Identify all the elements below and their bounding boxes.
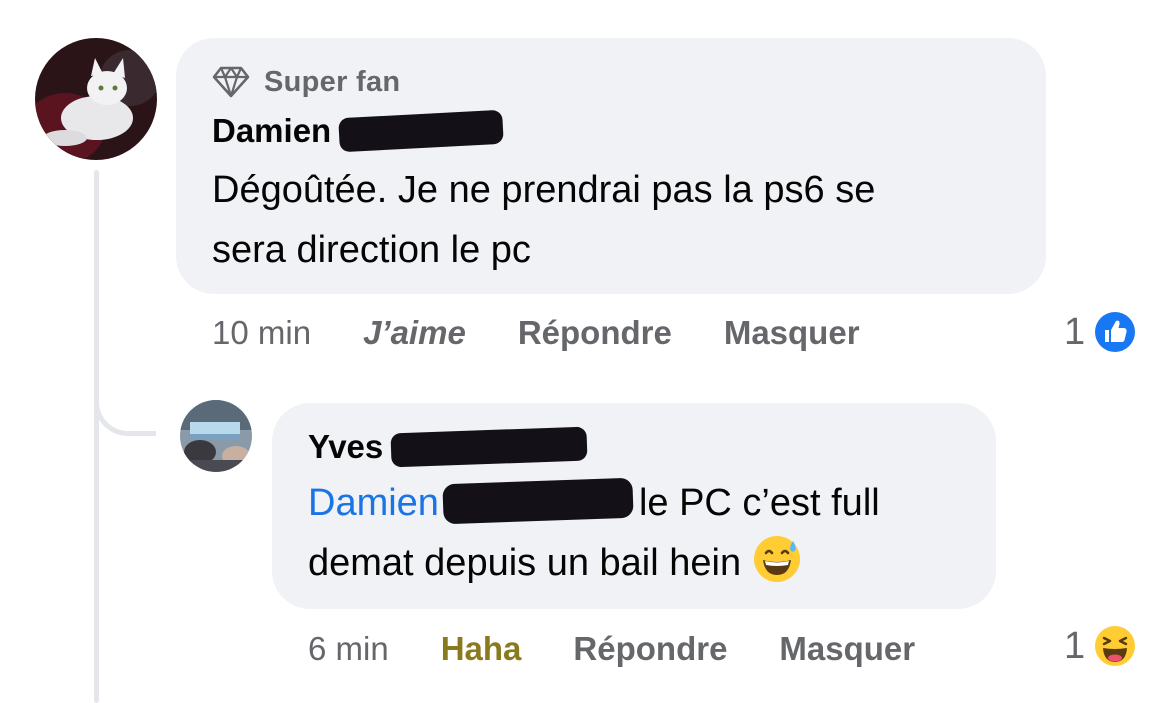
reaction-summary[interactable]: 1 xyxy=(1064,622,1139,670)
mention-link[interactable]: Damien xyxy=(308,482,439,524)
hide-button[interactable]: Masquer xyxy=(779,630,915,668)
comment-text-line: Dégoûtée. Je ne prendrai pas la ps6 se xyxy=(212,169,876,211)
cat-avatar-image xyxy=(35,38,157,160)
grinning-sweat-emoji-icon xyxy=(754,536,801,582)
redaction-bar xyxy=(338,109,504,153)
reply-button[interactable]: Répondre xyxy=(518,314,672,352)
comment-author[interactable]: Damien xyxy=(212,109,504,153)
reply-actions: 6 min Haha Répondre Masquer xyxy=(308,630,967,668)
reply-text-line: demat depuis un bail hein xyxy=(308,533,880,593)
like-button[interactable]: J’aime xyxy=(363,314,466,352)
diamond-icon xyxy=(212,66,250,98)
haha-icon xyxy=(1092,623,1139,669)
reply-author[interactable]: Yves xyxy=(308,426,588,468)
haha-reaction-button[interactable]: Haha xyxy=(441,630,522,668)
thread-line xyxy=(94,170,99,703)
reply-button[interactable]: Répondre xyxy=(573,630,727,668)
reaction-count: 1 xyxy=(1064,624,1086,667)
badge-label: Super fan xyxy=(264,65,401,98)
car-avatar-image xyxy=(180,400,252,472)
reply-timestamp[interactable]: 6 min xyxy=(308,630,389,668)
reaction-summary[interactable]: 1 xyxy=(1064,308,1139,356)
hide-button[interactable]: Masquer xyxy=(724,314,860,352)
reply-text-fragment: demat depuis un bail hein xyxy=(308,542,742,584)
reply-text-line: Damien le PC c’est full xyxy=(308,473,880,533)
comment-text-line: sera direction le pc xyxy=(212,229,531,271)
super-fan-badge: Super fan xyxy=(212,65,400,99)
avatar[interactable] xyxy=(35,38,157,160)
avatar[interactable] xyxy=(180,400,252,472)
author-name[interactable]: Yves xyxy=(308,428,383,466)
author-name[interactable]: Damien xyxy=(212,112,331,150)
redaction-bar xyxy=(390,426,588,468)
redaction-bar xyxy=(442,477,634,525)
like-icon xyxy=(1092,309,1139,355)
reaction-count: 1 xyxy=(1064,310,1086,353)
comment-actions: 10 min J’aime Répondre Masquer xyxy=(212,314,912,352)
reply-text-fragment: le PC c’est full xyxy=(638,482,880,524)
comment-timestamp[interactable]: 10 min xyxy=(212,314,311,352)
thread-connector xyxy=(94,380,156,436)
comment-text: Dégoûtée. Je ne prendrai pas la ps6 se s… xyxy=(212,160,875,280)
reply-text: Damien le PC c’est full demat depuis un b… xyxy=(308,473,880,593)
